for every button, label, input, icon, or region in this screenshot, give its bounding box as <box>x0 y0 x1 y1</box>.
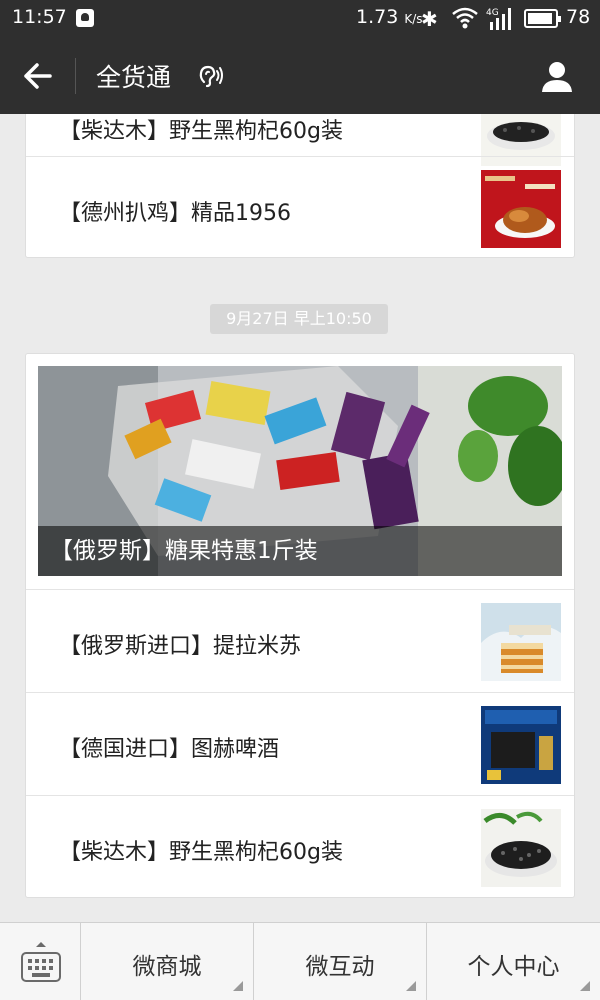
hero-caption: 【俄罗斯】糖果特惠1斤装 <box>38 526 562 576</box>
battery-icon <box>524 9 561 28</box>
list-item[interactable]: 【德州扒鸡】精品1956 <box>26 156 574 259</box>
bluetooth-icon: ✱ <box>421 7 438 31</box>
keyboard-toggle-button[interactable] <box>0 923 81 1000</box>
user-profile-icon[interactable] <box>539 58 575 94</box>
article-card: 【柴达木】野生黑枸杞60g装 【德州扒鸡】精品1956 <box>25 114 575 258</box>
beer-giftbox-thumbnail <box>481 706 561 784</box>
article-card: 【俄罗斯】糖果特惠1斤装 【俄罗斯进口】提拉米苏 【德国进口】图赫啤酒 【柴达木… <box>25 353 575 898</box>
submenu-indicator-icon <box>233 981 243 991</box>
item-title: 【俄罗斯进口】提拉米苏 <box>59 634 302 659</box>
item-title: 【德州扒鸡】精品1956 <box>59 201 291 226</box>
menu-micro-interaction[interactable]: 微互动 <box>254 923 427 1000</box>
submenu-indicator-icon <box>406 981 416 991</box>
list-item[interactable]: 【柴达木】野生黑枸杞60g装 <box>26 795 574 898</box>
network-speed: 1.73 K/s <box>356 6 423 28</box>
nav-divider <box>75 58 76 94</box>
list-item[interactable]: 【德国进口】图赫啤酒 <box>26 692 574 795</box>
keyboard-icon <box>21 942 61 982</box>
page-title: 全货通 <box>96 63 172 92</box>
notification-icon <box>76 9 94 27</box>
network-speed-unit: K/s <box>404 12 423 26</box>
status-time: 11:57 <box>12 6 67 28</box>
item-title: 【德国进口】图赫啤酒 <box>59 737 280 762</box>
menu-personal-center[interactable]: 个人中心 <box>427 923 600 1000</box>
hero-article[interactable]: 【俄罗斯】糖果特惠1斤装 <box>38 366 562 576</box>
status-bar: 11:57 1.73 K/s ✱ 4G 78 <box>0 0 600 38</box>
submenu-indicator-icon <box>580 981 590 991</box>
network-speed-value: 1.73 <box>356 6 399 28</box>
signal-icon: 4G <box>486 8 511 30</box>
menu-label: 个人中心 <box>467 954 560 980</box>
item-title: 【柴达木】野生黑枸杞60g装 <box>59 840 343 865</box>
ear-icon[interactable] <box>196 62 224 90</box>
bottom-menu-bar: 微商城 微互动 个人中心 <box>0 922 600 1000</box>
network-type-label: 4G <box>486 8 499 18</box>
list-item[interactable]: 【俄罗斯进口】提拉米苏 <box>26 589 574 692</box>
goji-berries-thumbnail <box>481 809 561 887</box>
menu-label: 微互动 <box>305 954 375 980</box>
battery-level: 78 <box>566 6 591 28</box>
back-arrow-icon[interactable] <box>20 58 56 94</box>
item-title: 【柴达木】野生黑枸杞60g装 <box>59 119 343 144</box>
menu-micro-mall[interactable]: 微商城 <box>81 923 254 1000</box>
menu-label: 微商城 <box>132 954 202 980</box>
wifi-icon <box>452 7 478 29</box>
braised-chicken-thumbnail <box>481 170 561 248</box>
message-timestamp: 9月27日 早上10:50 <box>210 304 388 334</box>
nav-bar: 全货通 <box>0 38 600 114</box>
message-feed[interactable]: 【柴达木】野生黑枸杞60g装 【德州扒鸡】精品1956 9月27日 早上10:5… <box>0 114 600 922</box>
tiramisu-thumbnail <box>481 603 561 681</box>
